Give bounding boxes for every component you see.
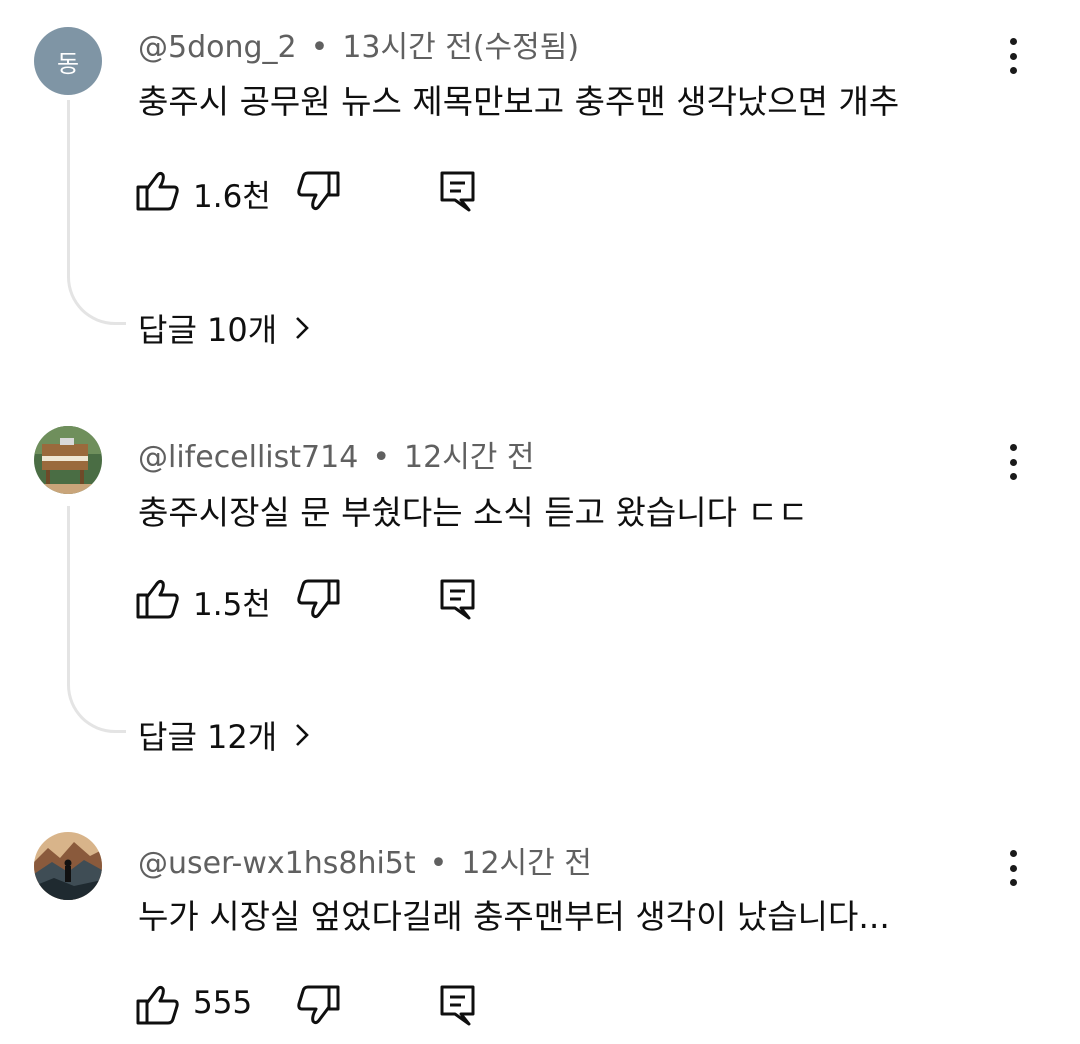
reply-icon[interactable] [439, 578, 477, 620]
reply-icon[interactable] [439, 170, 477, 212]
view-replies-button[interactable]: 답글 12개 [138, 712, 310, 758]
like-count: 1.5천 [193, 587, 271, 623]
replies-label: 답글 12개 [138, 718, 278, 756]
piano-avatar-icon [34, 426, 102, 494]
chevron-right-icon [296, 724, 310, 746]
like-count: 1.6천 [193, 179, 271, 215]
comment-actions: 1.5천 [136, 576, 536, 623]
more-options-icon[interactable] [998, 850, 1028, 886]
comment-text: 충주시장실 문 부쉈다는 소식 듣고 왔습니다 ㄷㄷ [138, 493, 809, 532]
comment-actions: 1.6천 [136, 168, 536, 215]
replies-label: 답글 10개 [138, 311, 278, 349]
comment-item: @lifecellist714 • 12시간 전 충주시장실 문 부쉈다는 소식 듣… [0, 400, 1080, 790]
reply-icon[interactable] [439, 984, 477, 1026]
comment-time: 13시간 전(수정됨) [342, 30, 580, 65]
mountain-avatar-icon [34, 832, 102, 900]
comment-author[interactable]: @user-wx1hs8hi5t [138, 846, 416, 881]
comment-meta: @user-wx1hs8hi5t • 12시간 전 [138, 838, 592, 882]
chevron-right-icon [296, 317, 310, 339]
comment-item: @user-wx1hs8hi5t • 12시간 전 누가 시장실 엎었다길래 충주맨… [0, 806, 1080, 1044]
comment-item: 동 @5dong_2 • 13시간 전(수정됨) 충주시 공무원 뉴스 제목만보고 … [0, 0, 1080, 380]
meta-separator: • [372, 440, 391, 475]
meta-separator: • [429, 846, 448, 881]
meta-separator: • [310, 30, 329, 65]
thumbs-up-icon[interactable] [136, 984, 180, 1026]
thumbs-down-icon[interactable] [296, 984, 340, 1026]
more-options-icon[interactable] [998, 444, 1028, 480]
comment-time: 12시간 전 [404, 440, 535, 475]
avatar-letter: 동 [56, 49, 80, 78]
avatar[interactable] [34, 832, 102, 900]
comment-time: 12시간 전 [461, 846, 592, 881]
thumbs-up-icon[interactable] [136, 578, 180, 620]
comment-text: 충주시 공무원 뉴스 제목만보고 충주맨 생각났으면 개추 [138, 82, 900, 121]
thread-line [67, 506, 126, 733]
view-replies-button[interactable]: 답글 10개 [138, 305, 310, 351]
comment-author[interactable]: @5dong_2 [138, 30, 297, 65]
thumbs-down-icon[interactable] [296, 170, 340, 212]
comment-actions: 555 [136, 982, 536, 1026]
comment-meta: @5dong_2 • 13시간 전(수정됨) [138, 22, 579, 66]
more-options-icon[interactable] [998, 38, 1028, 74]
comment-meta: @lifecellist714 • 12시간 전 [138, 432, 535, 476]
thumbs-up-icon[interactable] [136, 170, 180, 212]
thumbs-down-icon[interactable] [296, 578, 340, 620]
like-count: 555 [193, 985, 253, 1021]
comment-text: 누가 시장실 엎었다길래 충주맨부터 생각이 났습니다... [138, 897, 890, 936]
avatar[interactable]: 동 [34, 27, 102, 95]
thread-line [67, 100, 126, 325]
comment-author[interactable]: @lifecellist714 [138, 440, 358, 475]
avatar[interactable] [34, 426, 102, 494]
